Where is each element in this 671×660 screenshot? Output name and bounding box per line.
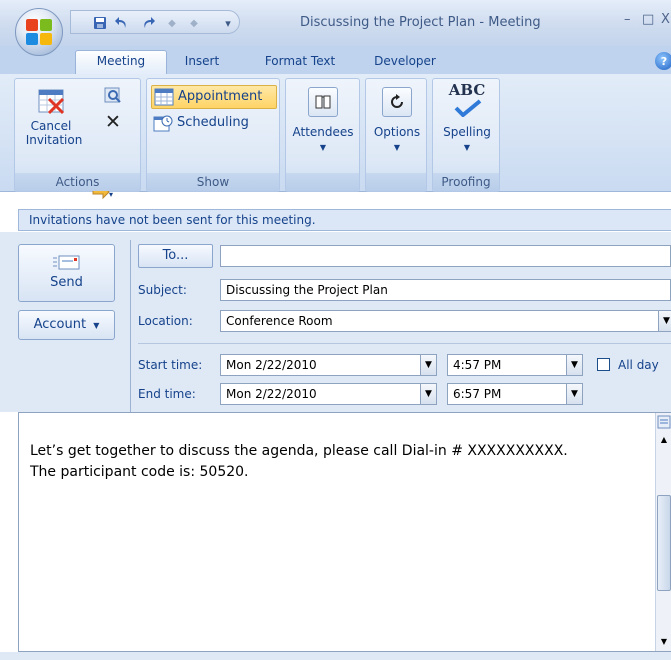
- start-date-dropdown-icon[interactable]: ▼: [420, 355, 436, 375]
- spelling-button[interactable]: ABC Spelling ▼: [435, 83, 499, 169]
- appointment-icon: [154, 88, 174, 106]
- location-field[interactable]: Conference Room ▼: [220, 310, 671, 332]
- customize-qat-icon[interactable]: ▾: [219, 14, 237, 32]
- bottom-strip: [0, 652, 671, 660]
- tab-insert[interactable]: Insert: [172, 51, 232, 74]
- tab-meeting[interactable]: Meeting: [75, 50, 167, 75]
- ruler-toggle-icon[interactable]: [656, 415, 671, 433]
- start-date-value: Mon 2/22/2010: [226, 358, 317, 372]
- end-time-value: 6:57 PM: [453, 387, 502, 401]
- close-button[interactable]: X: [661, 12, 670, 27]
- ribbon: Cancel Invitation ▾ ✕ Actions Appointmen…: [0, 74, 671, 200]
- vertical-scrollbar[interactable]: ▲ ▼: [655, 413, 671, 651]
- send-label: Send: [50, 275, 83, 290]
- send-button[interactable]: Send: [18, 244, 115, 302]
- quick-access-toolbar: ◆ ◆ ▾: [70, 10, 240, 34]
- address-book-icon[interactable]: [103, 87, 123, 107]
- group-attendees: Attendees ▼: [285, 78, 360, 192]
- location-dropdown-icon[interactable]: ▼: [658, 311, 671, 331]
- attendees-group-label: [286, 173, 359, 191]
- group-options: Options ▼: [365, 78, 427, 192]
- scrollbar-thumb[interactable]: [657, 495, 671, 591]
- cancel-invitation-label-line1: Cancel: [30, 119, 72, 133]
- to-button[interactable]: To...: [138, 244, 213, 268]
- address-book-icon: [308, 87, 338, 117]
- office-button[interactable]: [15, 8, 63, 56]
- forward-button[interactable]: [87, 183, 127, 199]
- cancel-invitation-icon: [37, 87, 65, 115]
- subject-label: Subject:: [138, 283, 187, 297]
- appointment-label: Appointment: [178, 89, 263, 104]
- group-actions: Cancel Invitation ▾ ✕ Actions: [14, 78, 141, 200]
- end-time-field[interactable]: 6:57 PM ▼: [447, 383, 583, 405]
- scroll-up-icon[interactable]: ▲: [656, 435, 671, 444]
- subject-field[interactable]: Discussing the Project Plan: [220, 279, 671, 301]
- next-item-icon[interactable]: ◆: [185, 14, 203, 32]
- scheduling-button[interactable]: Scheduling: [153, 112, 277, 134]
- body-line-2: The participant code is: 50520.: [30, 464, 249, 480]
- location-label: Location:: [138, 314, 193, 328]
- end-time-label: End time:: [138, 387, 196, 401]
- proofing-group-label: Proofing: [433, 173, 499, 191]
- window-title: Discussing the Project Plan - Meeting: [300, 15, 541, 30]
- cancel-invitation-button[interactable]: Cancel Invitation: [19, 87, 83, 163]
- recurrence-icon: [382, 87, 412, 117]
- save-icon[interactable]: [91, 14, 109, 32]
- end-date-field[interactable]: Mon 2/22/2010 ▼: [220, 383, 437, 405]
- options-group-label: [366, 173, 426, 191]
- scroll-down-icon[interactable]: ▼: [656, 637, 671, 646]
- start-time-label: Start time:: [138, 358, 203, 372]
- cancel-invitation-label-line2: Invitation: [25, 133, 83, 147]
- maximize-button[interactable]: □: [642, 12, 654, 27]
- form-divider: [130, 240, 131, 412]
- start-time-dropdown-icon[interactable]: ▼: [566, 355, 582, 375]
- all-day-label: All day: [618, 358, 659, 372]
- scheduling-label: Scheduling: [177, 115, 249, 130]
- end-date-dropdown-icon[interactable]: ▼: [420, 384, 436, 404]
- options-label: Options: [373, 125, 421, 139]
- redo-icon[interactable]: [139, 14, 157, 32]
- undo-icon[interactable]: [113, 14, 131, 32]
- office-logo-icon: [26, 19, 52, 45]
- spelling-icon: ABC: [447, 83, 487, 121]
- attendees-label: Attendees: [292, 125, 354, 139]
- end-time-dropdown-icon[interactable]: ▼: [566, 384, 582, 404]
- minimize-button[interactable]: –: [624, 12, 631, 27]
- options-button[interactable]: Options ▼: [368, 87, 426, 167]
- to-field[interactable]: [220, 245, 671, 267]
- tab-format-text[interactable]: Format Text: [252, 51, 348, 74]
- message-body-text[interactable]: Let’s get together to discuss the agenda…: [30, 441, 650, 483]
- tab-developer[interactable]: Developer: [360, 51, 450, 74]
- help-icon[interactable]: ?: [655, 52, 671, 70]
- time-separator: [138, 343, 671, 344]
- options-dropdown-icon: ▼: [393, 143, 401, 152]
- appointment-button[interactable]: Appointment: [151, 85, 277, 109]
- start-date-field[interactable]: Mon 2/22/2010 ▼: [220, 354, 437, 376]
- all-day-checkbox[interactable]: [597, 358, 610, 371]
- start-time-value: 4:57 PM: [453, 358, 502, 372]
- previous-item-icon[interactable]: ◆: [163, 14, 181, 32]
- spelling-label: Spelling: [443, 125, 491, 139]
- title-bar: ◆ ◆ ▾ Discussing the Project Plan - Meet…: [0, 0, 671, 46]
- ribbon-tabs: Meeting Insert Format Text Developer: [0, 46, 671, 75]
- account-label: Account: [33, 317, 87, 332]
- spelling-dropdown-icon: ▼: [463, 143, 471, 152]
- delete-icon[interactable]: ✕: [103, 112, 123, 132]
- location-value: Conference Room: [226, 314, 333, 328]
- group-proofing: ABC Spelling ▼ Proofing: [432, 78, 500, 192]
- end-date-value: Mon 2/22/2010: [226, 387, 317, 401]
- info-bar: Invitations have not been sent for this …: [18, 209, 671, 231]
- attendees-dropdown-icon: ▼: [319, 143, 327, 152]
- group-show: Appointment Scheduling Show: [146, 78, 280, 192]
- account-dropdown-icon: ▼: [93, 321, 100, 330]
- body-line-1: Let’s get together to discuss the agenda…: [30, 443, 568, 459]
- send-icon: [52, 253, 81, 271]
- account-button[interactable]: Account ▼: [18, 310, 115, 340]
- attendees-button[interactable]: Attendees ▼: [288, 87, 358, 167]
- start-time-field[interactable]: 4:57 PM ▼: [447, 354, 583, 376]
- scheduling-icon: [153, 115, 173, 132]
- spelling-abc-text: ABC: [448, 81, 486, 99]
- show-group-label: Show: [147, 173, 279, 191]
